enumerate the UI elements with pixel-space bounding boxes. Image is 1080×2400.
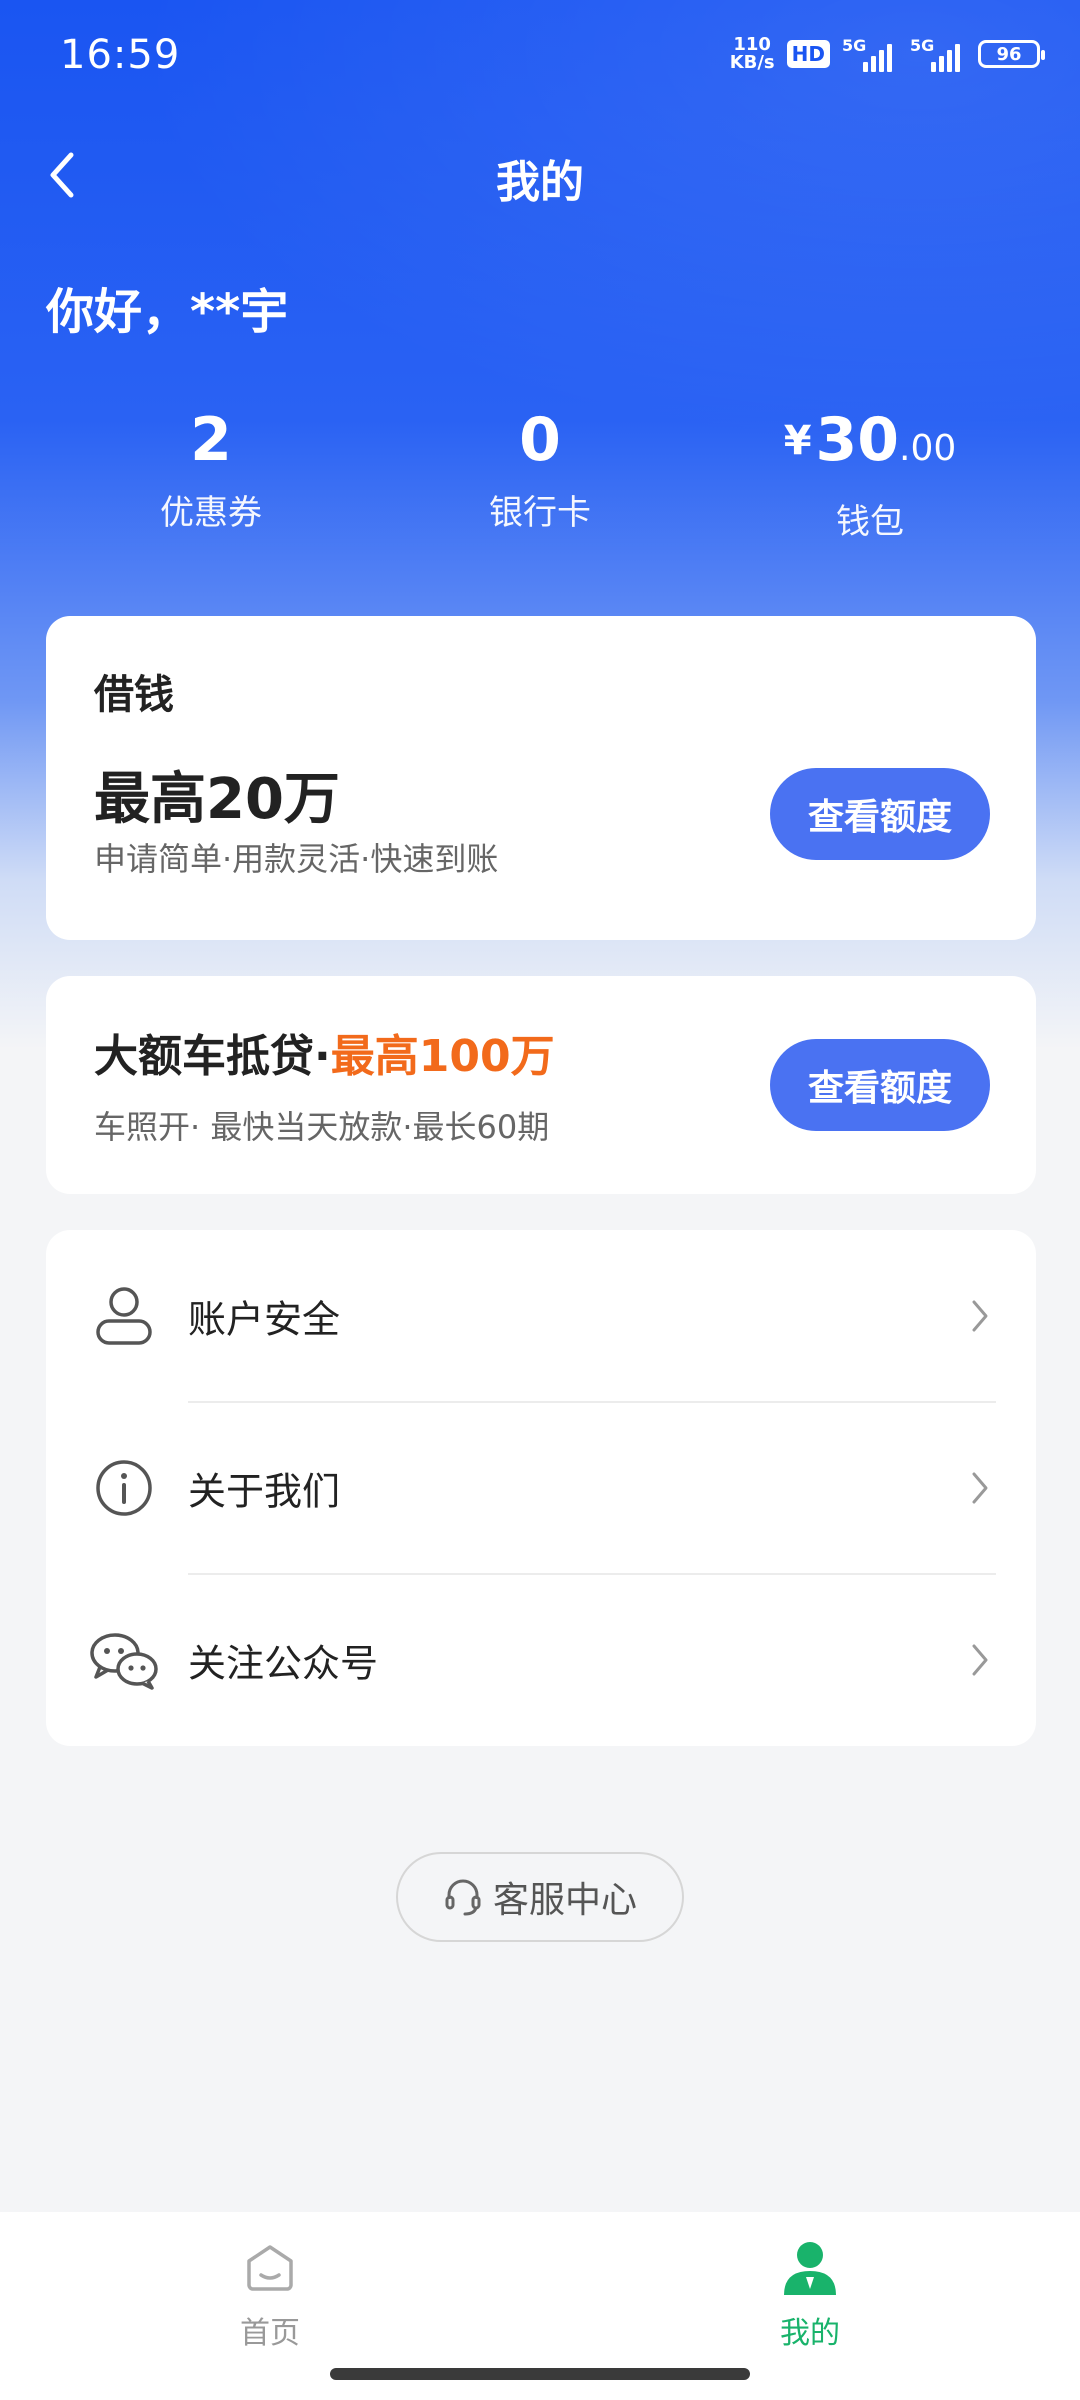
loan-card-headline: 最高20万: [94, 767, 340, 832]
signal-icon: 5G: [910, 36, 966, 72]
wechat-icon: [88, 1624, 160, 1696]
menu-item-label: 关于我们: [188, 1469, 341, 1514]
account-stats: 2 优惠券 0 银行卡 ¥30.00 钱包: [0, 400, 1080, 550]
menu-item-account-security[interactable]: 账户安全: [46, 1230, 1036, 1402]
tab-home-label: 首页: [240, 2316, 300, 2351]
car-loan-title-highlight: 最高100万: [330, 1031, 555, 1082]
sim2-label: 5G: [910, 36, 935, 55]
home-icon: [247, 2245, 293, 2291]
info-icon: [88, 1452, 160, 1524]
coupons-count: 2: [190, 405, 232, 475]
menu-item-label: 关注公众号: [188, 1641, 379, 1686]
customer-service-label: 客服中心: [492, 1880, 637, 1921]
loan-card-label: 借钱: [94, 672, 174, 718]
menu-item-label: 账户安全: [188, 1297, 341, 1342]
signal-icon: 5G: [842, 36, 898, 72]
wallet-balance: ¥30.00: [720, 400, 1020, 489]
hd-icon: HD: [786, 40, 830, 68]
stat-wallet[interactable]: ¥30.00 钱包: [720, 400, 1020, 547]
headset-icon: [445, 1879, 481, 1916]
page-title: 我的: [496, 157, 584, 208]
battery-level: 96: [996, 43, 1022, 65]
loan-card-description: 申请简单·用款灵活·快速到账: [94, 840, 499, 878]
view-credit-limit-button[interactable]: 查看额度: [770, 768, 990, 860]
customer-service-button[interactable]: 客服中心: [396, 1852, 684, 1942]
coupons-label: 优惠券: [160, 493, 262, 533]
bank-cards-count: 0: [519, 405, 561, 475]
status-bar: 16:59 110 KB/s HD 5G 5G 96: [0, 0, 1080, 115]
car-loan-title: 大额车抵贷·最高100万: [94, 1020, 555, 1084]
menu-item-about-us[interactable]: 关于我们: [46, 1402, 1036, 1574]
sim1-label: 5G: [842, 36, 867, 55]
wallet-label: 钱包: [836, 502, 904, 542]
stat-coupons[interactable]: 2 优惠券: [61, 400, 361, 538]
status-time: 16:59: [60, 32, 181, 78]
currency-symbol: ¥: [783, 418, 812, 464]
view-car-loan-limit-button[interactable]: 查看额度: [770, 1039, 990, 1131]
bank-cards-label: 银行卡: [489, 493, 591, 533]
user-icon: [88, 1280, 160, 1352]
status-indicators: 110 KB/s HD 5G 5G 96: [730, 36, 1045, 72]
wallet-integer: 30: [815, 405, 900, 475]
car-loan-card[interactable]: 大额车抵贷·最高100万 车照开· 最快当天放款·最长60期 查看额度: [46, 976, 1036, 1194]
person-icon: [784, 2242, 836, 2295]
tab-home[interactable]: 首页: [170, 2238, 370, 2352]
tab-mine[interactable]: 我的: [710, 2238, 910, 2352]
network-speed: 110 KB/s: [730, 36, 775, 72]
wallet-decimal: .00: [899, 428, 957, 469]
network-speed-unit: KB/s: [729, 52, 775, 73]
battery-icon: 96: [978, 40, 1045, 68]
greeting-text: 你好，**宇: [46, 284, 289, 340]
menu-item-follow-official-account[interactable]: 关注公众号: [46, 1574, 1036, 1746]
chevron-right-icon: [964, 1296, 996, 1336]
car-loan-title-prefix: 大额车抵贷·: [94, 1031, 331, 1082]
loan-card[interactable]: 借钱 最高20万 申请简单·用款灵活·快速到账 查看额度: [46, 616, 1036, 940]
tab-mine-label: 我的: [780, 2316, 840, 2351]
settings-menu: 账户安全 关于我们 关注公众号: [46, 1230, 1036, 1746]
home-indicator[interactable]: [330, 2368, 750, 2380]
car-loan-description: 车照开· 最快当天放款·最长60期: [94, 1108, 550, 1146]
chevron-right-icon: [964, 1468, 996, 1508]
chevron-right-icon: [964, 1640, 996, 1680]
stat-bank-cards[interactable]: 0 银行卡: [390, 400, 690, 538]
